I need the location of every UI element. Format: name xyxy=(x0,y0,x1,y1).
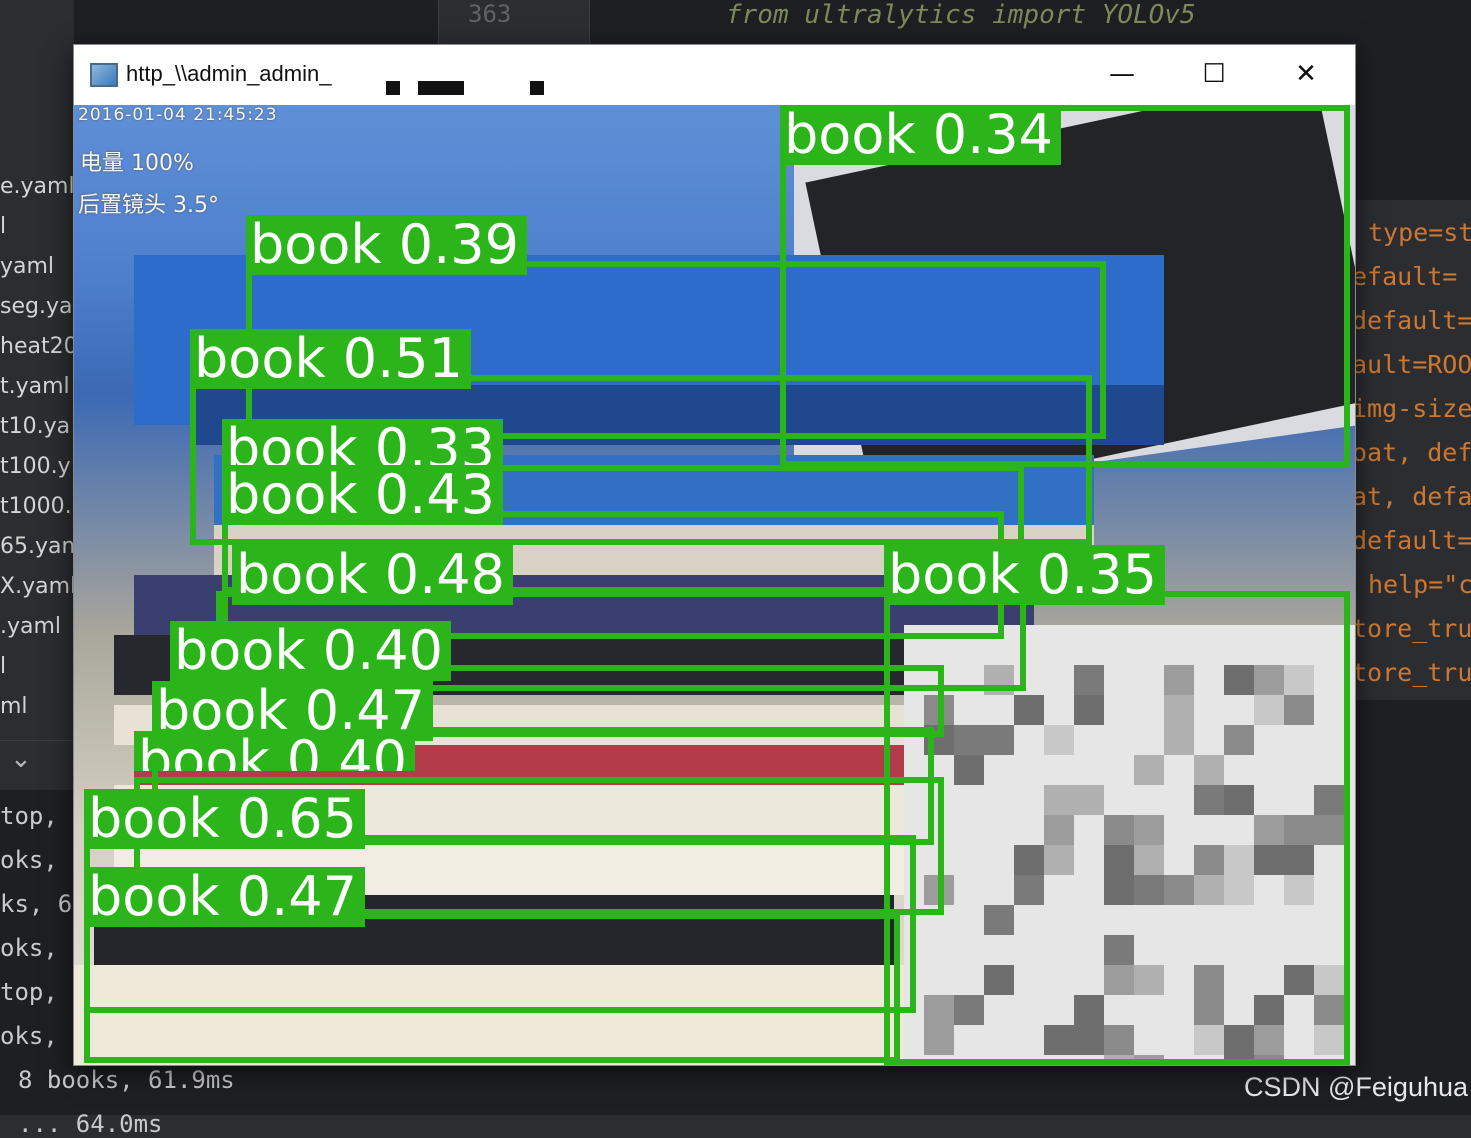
close-button[interactable]: ✕ xyxy=(1268,51,1344,97)
project-file-item[interactable]: t1000. xyxy=(0,494,72,519)
detection-label: book 0.40 xyxy=(134,731,416,771)
timestamp-overlay: 2016-01-04 21:45:23 xyxy=(78,105,278,125)
window-title: http_\\admin_admin_ xyxy=(126,61,332,86)
detection-label: book 0.40 xyxy=(170,621,452,681)
title-bar[interactable]: http_\\admin_admin_ — ☐ ✕ xyxy=(74,45,1355,113)
watermark: CSDN @Feiguhua xyxy=(1244,1072,1469,1102)
editor-code-fragment: type=st efault= default= ault=ROO img-size oa… xyxy=(1352,200,1471,700)
project-file-item[interactable]: X.yaml xyxy=(0,574,76,599)
detection-window[interactable]: http_\\admin_admin_ — ☐ ✕ 2016-01-04 21:… xyxy=(73,44,1356,1066)
code-fragment: tore_tru xyxy=(1352,614,1471,643)
code-fragment: default= xyxy=(1352,306,1471,335)
line-number: 363 xyxy=(468,0,512,28)
detection-label: book 0.43 xyxy=(222,465,504,525)
console-line: top, xyxy=(0,978,58,1006)
code-fragment: efault= xyxy=(1352,262,1458,291)
project-file-item[interactable]: e.yaml xyxy=(0,174,75,199)
detection-label: book 0.34 xyxy=(780,105,1062,165)
code-fragment: ault=ROO xyxy=(1352,350,1471,379)
project-file-item[interactable]: ml xyxy=(0,694,28,719)
project-file-item[interactable]: yaml xyxy=(0,254,54,279)
project-file-item[interactable]: .yaml xyxy=(0,614,61,639)
project-file-item[interactable]: heat20 xyxy=(0,334,78,359)
maximize-button[interactable]: ☐ xyxy=(1176,51,1252,97)
detection-box xyxy=(884,591,1350,1065)
redaction-block xyxy=(530,81,544,95)
console-line: oks, xyxy=(0,934,58,962)
redaction-tab xyxy=(356,45,626,113)
detection-label: book 0.39 xyxy=(246,215,528,275)
camera-overlay: 后置镜头 3.5° xyxy=(78,193,219,218)
detection-image: 2016-01-04 21:45:23 电量 100% 后置镜头 3.5° bo… xyxy=(74,105,1355,1065)
code-fragment: oat, def xyxy=(1352,438,1471,467)
console-line: ks, 6 xyxy=(0,890,73,918)
project-file-item[interactable]: l xyxy=(0,654,6,679)
project-file-item[interactable]: seg.ya xyxy=(0,294,72,319)
battery-overlay: 电量 100% xyxy=(80,151,194,176)
console-line: ... 64.0ms xyxy=(18,1110,163,1138)
project-file-item[interactable]: 65.yam xyxy=(0,534,83,559)
redaction-block xyxy=(418,81,464,95)
console-line: 8 books, 61.9ms xyxy=(18,1066,235,1094)
project-file-item[interactable]: t100.y xyxy=(0,454,71,479)
minimize-button[interactable]: — xyxy=(1084,51,1160,97)
code-fragment: img-size xyxy=(1352,394,1471,423)
close-icon: ✕ xyxy=(1295,59,1317,89)
code-fragment: help="c xyxy=(1368,570,1471,599)
project-tree-panel: e.yaml l yaml seg.ya heat20 t.yaml t10.ya t100.… xyxy=(0,0,83,740)
detection-box xyxy=(84,913,900,1063)
detection-label: book 0.47 xyxy=(84,867,366,927)
console-line: top, xyxy=(0,802,58,830)
redaction-block xyxy=(386,81,400,95)
code-fragment: tore_tru xyxy=(1352,658,1471,687)
detection-label: book 0.65 xyxy=(84,789,366,849)
detection-label: book 0.51 xyxy=(190,329,472,389)
maximize-icon: ☐ xyxy=(1202,59,1226,89)
detection-label: book 0.35 xyxy=(884,545,1166,605)
code-fragment: type=st xyxy=(1368,218,1471,247)
editor-gutter xyxy=(438,0,590,44)
project-file-item[interactable]: t10.ya xyxy=(0,414,70,439)
console-line: oks, xyxy=(0,1022,58,1050)
minimize-icon: — xyxy=(1109,59,1135,89)
console-line: oks, xyxy=(0,846,58,874)
code-fragment: at, defa xyxy=(1352,482,1471,511)
detection-label: book 0.48 xyxy=(232,545,514,605)
code-line: from ultralytics import YOLOv5 xyxy=(726,0,1196,30)
code-fragment: default= xyxy=(1352,526,1471,555)
project-file-item[interactable]: t.yaml xyxy=(0,374,70,399)
project-file-item[interactable]: l xyxy=(0,214,6,239)
chevron-down-icon[interactable]: ⌄ xyxy=(10,744,32,774)
app-icon xyxy=(90,63,118,87)
